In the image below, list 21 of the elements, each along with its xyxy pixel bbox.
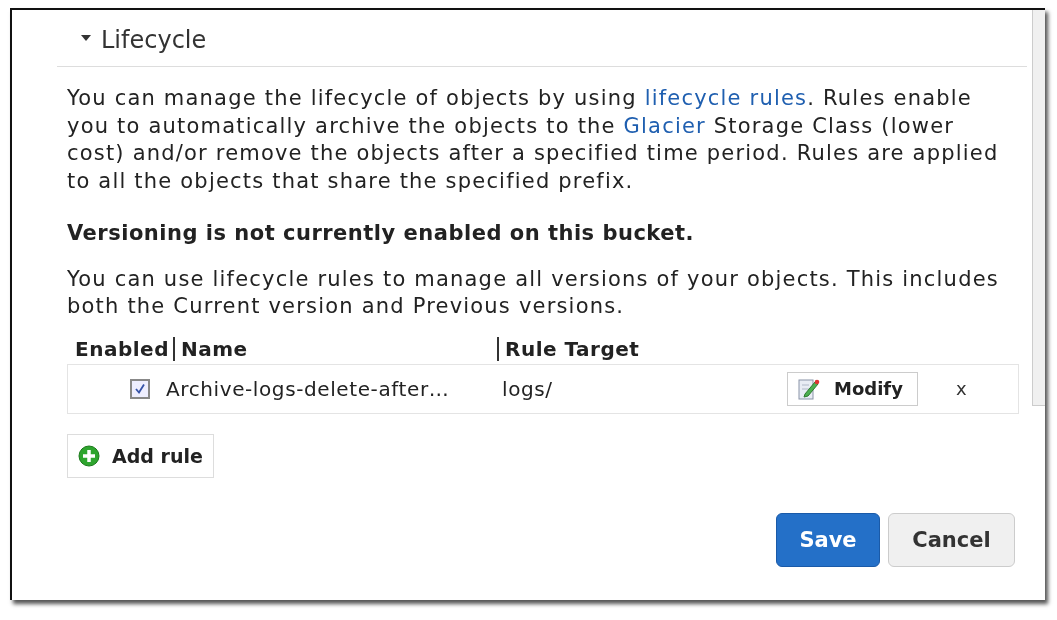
rule-name: Archive-logs-delete-after… [166,376,451,401]
notepad-pencil-icon [796,376,820,401]
checkbox[interactable] [130,378,150,399]
remove-button[interactable]: x [949,377,973,400]
help-link[interactable]: lifecycle rules [644,86,808,110]
modify-button[interactable]: Modify [787,371,918,406]
intro-paragraph: You can manage the lifecycle of objects by using lifecycle rules. Rules enable you to automatically archive the objects to the Glacier Storage Class (lower cost) and/or remove the objects after a specified time period. Rules are applied to all the objects that share the specified prefix. [67,85,1000,195]
save-button[interactable]: Save [776,512,880,567]
versions-info: You can use lifecycle rules to manage all versions of your objects. This includes both the Current version and Previous versions. [67,265,1000,320]
checkmark-icon [134,382,146,395]
column-header: Name [173,336,497,361]
plus-circle-icon [78,444,100,467]
help-link[interactable]: Glacier [623,113,706,138]
versioning-notice: Versioning is not currently enabled on this bucket. [67,220,695,247]
cancel-button[interactable]: Cancel [888,512,1015,567]
column-header: Rule Target [497,336,646,361]
add-rule-button[interactable]: Add rule [67,433,214,478]
column-header: Enabled [75,336,170,361]
scrollbar[interactable] [1032,10,1045,406]
rule-target: logs/ [502,376,554,401]
section-header[interactable]: Lifecycle [55,10,1027,56]
